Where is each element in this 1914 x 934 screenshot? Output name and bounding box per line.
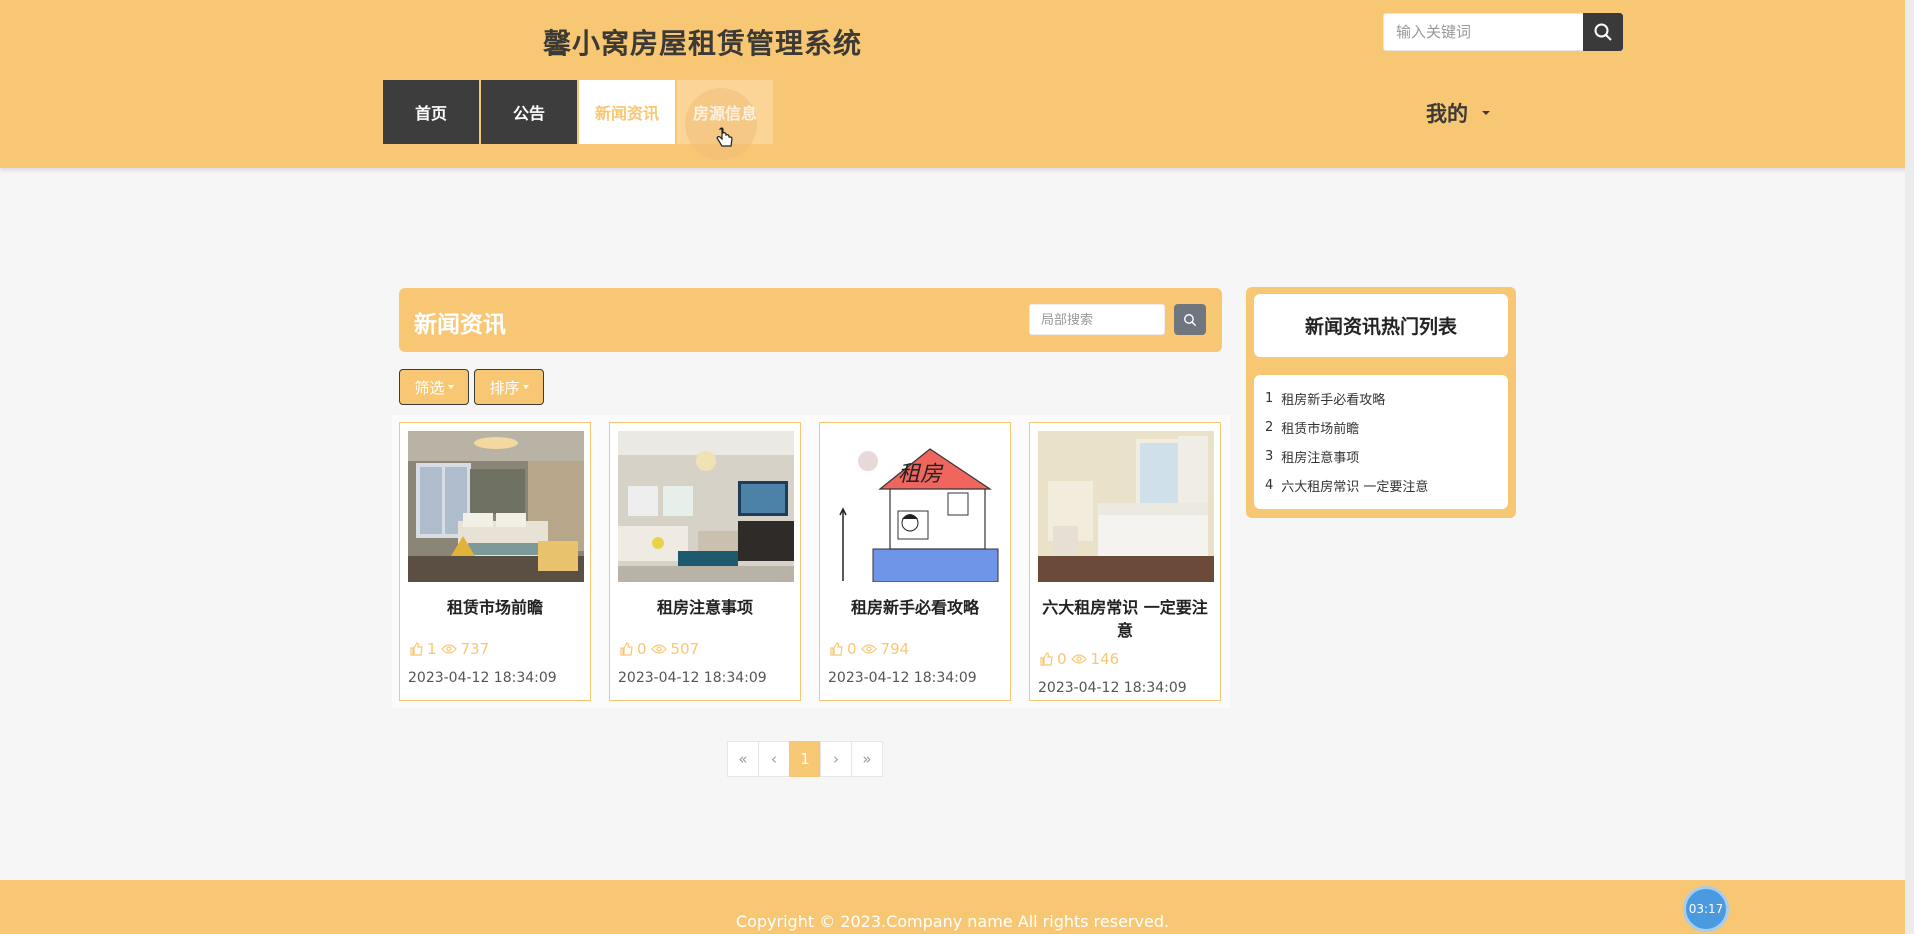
- my-account-label: 我的: [1426, 102, 1468, 126]
- footer: Copyright © 2023.Company name All rights…: [0, 880, 1914, 934]
- eye-icon: [1070, 654, 1087, 664]
- hot-news-title: 新闻资讯热门列表: [1254, 294, 1508, 357]
- chevron-down-icon: [447, 385, 454, 389]
- scrollbar[interactable]: [1905, 0, 1914, 934]
- search-icon: [1184, 313, 1197, 326]
- copyright-text: Copyright © 2023.Company name All rights…: [735, 912, 1170, 931]
- hot-rank: 2: [1265, 420, 1274, 435]
- pagination: « ‹ 1 › »: [727, 741, 883, 777]
- card-title: 六大租房常识 一定要注意: [1042, 598, 1208, 640]
- hot-rank: 3: [1265, 449, 1274, 464]
- nav-news[interactable]: 新闻资讯: [579, 80, 675, 144]
- card-stats: 0 794: [820, 640, 1010, 658]
- card-date: 2023-04-12 18:34:09: [828, 670, 977, 686]
- eye-icon: [860, 644, 877, 654]
- news-card[interactable]: 租房 租房新手必看攻略 0 794 2023-04-12 18:34:09: [819, 422, 1011, 701]
- page-current[interactable]: 1: [789, 741, 821, 777]
- view-count: 507: [670, 640, 700, 658]
- thumb-up-icon: [830, 642, 843, 656]
- card-date: 2023-04-12 18:34:09: [618, 670, 767, 686]
- hot-rank: 4: [1265, 478, 1274, 493]
- card-date: 2023-04-12 18:34:09: [1038, 680, 1187, 696]
- view-count: 794: [880, 640, 910, 658]
- card-stats: 0 507: [610, 640, 800, 658]
- hot-news-item[interactable]: 4 六大租房常识 一定要注意: [1254, 471, 1508, 500]
- thumb-up-icon: [620, 642, 633, 656]
- nav-home[interactable]: 首页: [383, 80, 479, 144]
- thumb-up-icon: [410, 642, 423, 656]
- hand-cursor-icon: [716, 127, 733, 147]
- hot-rank: 1: [1265, 391, 1274, 406]
- news-card[interactable]: 租赁市场前瞻 1 737 2023-04-12 18:34:09: [399, 422, 591, 701]
- news-card[interactable]: 租房注意事项 0 507 2023-04-12 18:34:09: [609, 422, 801, 701]
- local-search-button[interactable]: [1174, 304, 1206, 335]
- hot-news-item[interactable]: 1 租房新手必看攻略: [1254, 384, 1508, 413]
- page-next[interactable]: ›: [820, 741, 852, 777]
- card-date: 2023-04-12 18:34:09: [408, 670, 557, 686]
- news-card[interactable]: 六大租房常识 一定要注意 0 146 2023-04-12 18:34:09: [1029, 422, 1221, 701]
- search-icon: [1594, 23, 1612, 41]
- card-title: 租房新手必看攻略: [850, 598, 979, 617]
- card-title: 租房注意事项: [656, 598, 753, 617]
- page-last[interactable]: »: [851, 741, 883, 777]
- search-button[interactable]: [1583, 13, 1623, 51]
- filter-button[interactable]: 筛选: [399, 369, 469, 405]
- house-illustration: 租房: [828, 431, 1004, 582]
- page-first[interactable]: «: [727, 741, 759, 777]
- bedroom-photo: [1038, 431, 1214, 582]
- site-title: 馨小窝房屋租赁管理系统: [543, 27, 863, 60]
- hot-news-item[interactable]: 3 租房注意事项: [1254, 442, 1508, 471]
- page-title: 新闻资讯: [414, 312, 506, 338]
- thumb-up-icon: [1040, 652, 1053, 666]
- my-account-menu[interactable]: 我的: [1426, 98, 1490, 128]
- hot-label: 租房新手必看攻略: [1281, 393, 1386, 408]
- like-count: 0: [637, 640, 647, 658]
- view-count: 146: [1090, 650, 1120, 668]
- hot-label: 六大租房常识 一定要注意: [1281, 480, 1429, 495]
- timer-badge[interactable]: 03:17: [1683, 886, 1729, 932]
- eye-icon: [650, 644, 667, 654]
- eye-icon: [440, 644, 457, 654]
- nav-listings-label: 房源信息: [692, 104, 757, 123]
- like-count: 0: [1057, 650, 1067, 668]
- filter-label: 筛选: [414, 378, 445, 397]
- top-header: 馨小窝房屋租赁管理系统 输入关键词 首页 公告 新闻资讯 房源信息 我的: [0, 0, 1914, 168]
- sort-label: 排序: [489, 378, 520, 397]
- chevron-down-icon: [522, 385, 529, 389]
- local-search-input[interactable]: 局部搜索: [1029, 304, 1165, 335]
- hot-news-list: 1 租房新手必看攻略 2 租赁市场前瞻 3 租房注意事项 4 六大租房常识 一定要注意: [1254, 375, 1508, 509]
- like-count: 0: [847, 640, 857, 658]
- chevron-down-icon: [1482, 111, 1490, 115]
- hot-news-panel: 新闻资讯热门列表 1 租房新手必看攻略 2 租赁市场前瞻 3 租房注意事项 4 六大租房…: [1246, 287, 1516, 518]
- like-count: 1: [427, 640, 437, 658]
- sort-button[interactable]: 排序: [474, 369, 544, 405]
- hot-label: 租房注意事项: [1281, 451, 1360, 466]
- living-room-photo: [618, 431, 794, 582]
- card-stats: 1 737: [400, 640, 590, 658]
- image-text: 租房: [898, 462, 944, 487]
- hot-news-item[interactable]: 2 租赁市场前瞻: [1254, 413, 1508, 442]
- bedroom-photo: [408, 431, 584, 582]
- page-prev[interactable]: ‹: [758, 741, 790, 777]
- view-count: 737: [460, 640, 490, 658]
- card-stats: 0 146: [1030, 650, 1220, 668]
- nav-notice[interactable]: 公告: [481, 80, 577, 144]
- news-panel-header: 新闻资讯 局部搜索: [399, 288, 1222, 352]
- hot-label: 租赁市场前瞻: [1281, 422, 1360, 437]
- card-title: 租赁市场前瞻: [446, 598, 543, 617]
